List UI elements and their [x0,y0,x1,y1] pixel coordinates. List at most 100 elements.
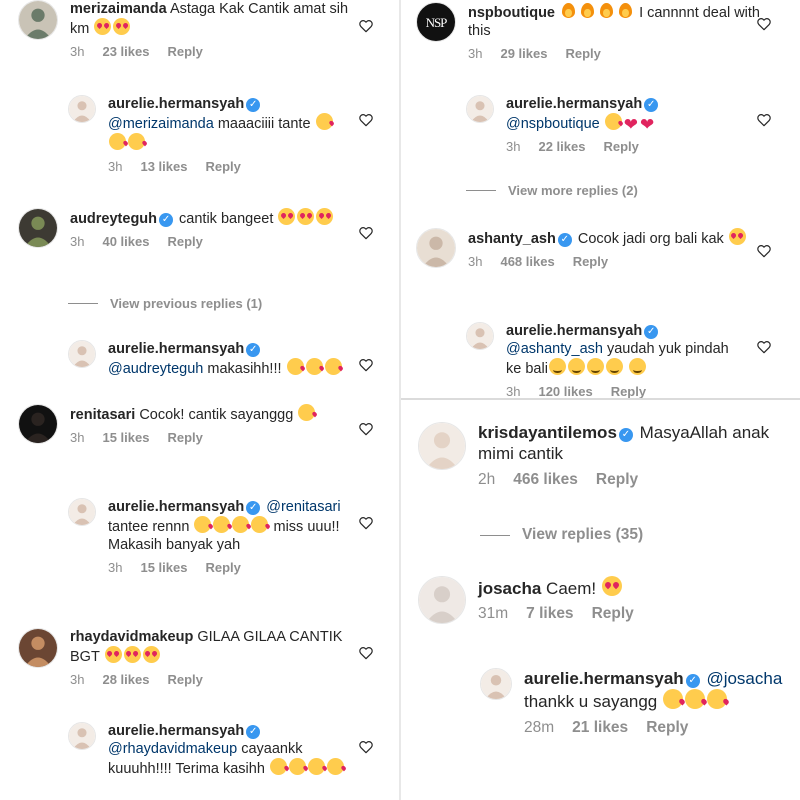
username-link[interactable]: merizaimanda [70,1,167,17]
likes-count-link[interactable]: 13 likes [140,159,187,174]
avatar[interactable] [18,208,58,248]
comment: NSP nspboutique I cannnnt deal with this 3… [416,2,768,61]
username-link[interactable]: josacha [478,579,541,598]
avatar-photo [467,96,493,122]
avatar[interactable] [18,628,58,668]
comment-body: aurelie.hermansyah ✓ @rhaydavidmakeup cay… [108,722,348,778]
view-replies-button[interactable]: View previous replies (1) [68,296,262,311]
likes-count-link[interactable]: 28 likes [102,672,149,687]
reply-button[interactable]: Reply [167,672,202,687]
nsp-logo-text: NSP [425,15,448,30]
avatar[interactable] [418,422,466,470]
username-link[interactable]: renitasari [70,407,135,423]
avatar[interactable] [68,722,96,750]
mention-link[interactable]: @rhaydavidmakeup [108,741,237,757]
reply-button[interactable]: Reply [592,605,634,623]
username-link[interactable]: aurelie.hermansyah [108,723,244,739]
likes-count-link[interactable]: 7 likes [526,605,573,623]
avatar[interactable] [68,340,96,368]
username-link[interactable]: rhaydavidmakeup [70,629,193,645]
reply-button[interactable]: Reply [205,159,240,174]
kiss-face-emoji [269,758,287,776]
username-link[interactable]: ashanty_ash [468,231,556,247]
mention-link[interactable]: @ashanty_ash [506,341,603,357]
likes-count-link[interactable]: 40 likes [102,234,149,249]
like-heart-icon[interactable] [756,339,772,355]
like-heart-icon[interactable] [358,112,374,128]
likes-count-link[interactable]: 21 likes [572,719,628,737]
avatar[interactable] [18,0,58,40]
username-link[interactable]: aurelie.hermansyah [506,323,642,339]
comment-message: cantik bangeet [179,211,274,227]
comment-meta: 3h 468 likes Reply [468,254,768,269]
view-replies-button[interactable]: View replies (35) [480,526,643,544]
avatar-photo [481,669,511,699]
reply-button[interactable]: Reply [596,471,638,489]
comment: rhaydavidmakeup GILAA GILAA CANTIK BGT 3… [18,628,370,687]
username-link[interactable]: aurelie.hermansyah [108,341,244,357]
comment: merizaimanda Astaga Kak Cantik amat sih … [18,0,370,59]
likes-count-link[interactable]: 15 likes [140,560,187,575]
comment-message: Caem! [546,579,597,598]
kiss-face-emoji [128,133,145,151]
reply-button[interactable]: Reply [167,44,202,59]
avatar[interactable] [466,95,494,123]
avatar[interactable]: NSP [416,2,456,42]
username-link[interactable]: krisdayantilemos [478,423,617,442]
timestamp: 3h [506,139,521,155]
like-heart-icon[interactable] [358,357,374,373]
avatar[interactable] [480,668,512,700]
avatar-photo [419,423,465,469]
mention-link[interactable]: @josacha [706,669,782,688]
avatar[interactable] [418,576,466,624]
reply-button[interactable]: Reply [205,560,240,575]
avatar[interactable] [68,498,96,526]
likes-count-link[interactable]: 23 likes [102,44,149,59]
reply-button[interactable]: Reply [565,46,600,61]
like-heart-icon[interactable] [358,421,374,437]
reply-button[interactable]: Reply [603,139,638,154]
kiss-face-emoji [707,689,727,710]
avatar[interactable] [68,95,96,123]
mention-link[interactable]: @audreyteguh [108,361,203,377]
avatar[interactable] [466,322,494,350]
comment-text: aurelie.hermansyah ✓ @audreyteguh makasih… [108,340,348,378]
comment-text: josacha Caem! [478,576,778,599]
comment-text: aurelie.hermansyah ✓ @rhaydavidmakeup cay… [108,722,348,778]
reply-button[interactable]: Reply [167,430,202,445]
likes-count-link[interactable]: 29 likes [500,46,547,61]
username-link[interactable]: aurelie.hermansyah [108,499,244,515]
reply-comment: aurelie.hermansyah ✓ @rhaydavidmakeup cay… [68,722,348,778]
like-heart-icon[interactable] [358,739,374,755]
likes-count-link[interactable]: 22 likes [538,139,585,154]
likes-count-link[interactable]: 15 likes [102,430,149,445]
reply-button[interactable]: Reply [573,254,608,269]
username-link[interactable]: nspboutique [468,5,555,21]
likes-count-link[interactable]: 466 likes [513,471,578,489]
username-link[interactable]: aurelie.hermansyah [506,96,642,112]
mention-link[interactable]: @merizaimanda [108,116,214,132]
like-heart-icon[interactable] [756,112,772,128]
heart-eyes-emoji [297,208,315,225]
likes-count-link[interactable]: 468 likes [500,254,554,269]
like-heart-icon[interactable] [756,16,772,32]
red-heart-emoji: ❤ [623,115,639,135]
view-replies-button[interactable]: View more replies (2) [466,183,638,198]
like-heart-icon[interactable] [358,225,374,241]
view-replies-line [466,190,496,191]
comment-text: krisdayantilemos ✓ MasyaAllah anak mimi c… [478,422,800,465]
like-heart-icon[interactable] [756,243,772,259]
reply-button[interactable]: Reply [646,719,688,737]
like-heart-icon[interactable] [358,18,374,34]
verified-badge-icon: ✓ [159,213,174,227]
username-link[interactable]: audreyteguh [70,211,157,227]
reply-button[interactable]: Reply [167,234,202,249]
avatar[interactable] [416,228,456,268]
like-heart-icon[interactable] [358,645,374,661]
username-link[interactable]: aurelie.hermansyah [108,96,244,112]
username-link[interactable]: aurelie.hermansyah [524,669,684,688]
like-heart-icon[interactable] [358,515,374,531]
avatar[interactable] [18,404,58,444]
mention-link[interactable]: @nspboutique [506,116,600,132]
mention-link[interactable]: @renitasari [266,499,340,515]
